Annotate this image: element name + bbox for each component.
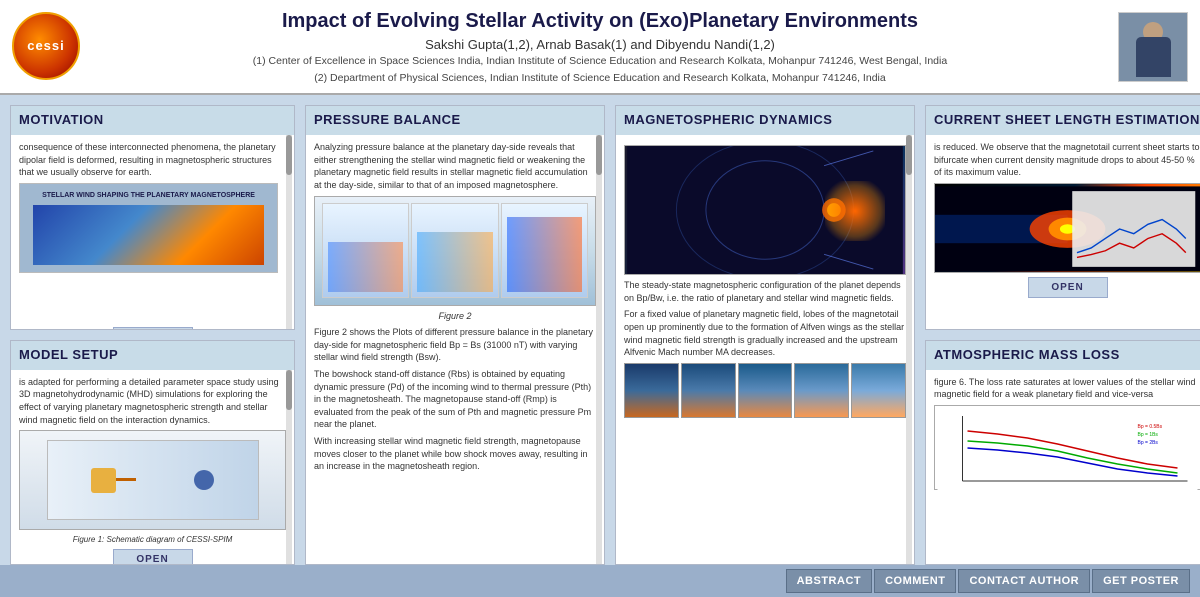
chart-1	[322, 203, 409, 298]
current-sheet-open-button[interactable]: OPEN	[1028, 277, 1108, 298]
magnetospheric-panel: MAGNETOSPHERIC DYNAMICS	[615, 105, 915, 564]
model-setup-header: MODEL SETUP	[11, 341, 294, 370]
magnetospheric-text-1: The steady-state magnetospheric configur…	[624, 279, 906, 304]
stellar-wind-box	[91, 468, 116, 493]
atm-mass-loss-panel: ATMOSPHERIC MASS LOSS figure 6. The loss…	[925, 340, 1200, 565]
motivation-image-graphic	[33, 205, 264, 265]
atm-mass-loss-image: Bp = 0.5Bs Bp = 1Bs Bp = 2Bs	[934, 405, 1200, 490]
motivation-scroll: consequence of these interconnected phen…	[19, 141, 286, 323]
magnetospheric-header: MAGNETOSPHERIC DYNAMICS	[616, 106, 914, 135]
mag-field-svg	[625, 146, 905, 274]
model-setup-panel: MODEL SETUP is adapted for performing a …	[10, 340, 295, 565]
chart-3	[501, 203, 588, 298]
scroll-thumb-2	[286, 370, 292, 410]
magnetospheric-body: The steady-state magnetospheric configur…	[616, 135, 914, 563]
pressure-balance-body: Analyzing pressure balance at the planet…	[306, 135, 604, 563]
chart-3-fill	[507, 217, 582, 292]
chart-2	[411, 203, 498, 298]
affiliation-1: (1) Center of Excellence in Space Scienc…	[92, 54, 1108, 69]
pressure-balance-panel: PRESSURE BALANCE Analyzing pressure bala…	[305, 105, 605, 564]
current-svg	[935, 184, 1200, 274]
motivation-header: MOTIVATION	[11, 106, 294, 135]
chart-2-fill	[417, 232, 492, 292]
scroll-indicator-2[interactable]	[286, 370, 292, 564]
strip-img-5	[851, 363, 906, 418]
person-silhouette	[1136, 22, 1171, 77]
pressure-text-3: The bowshock stand-off distance (Rbs) is…	[314, 368, 596, 431]
pressure-charts	[322, 203, 588, 298]
scroll-indicator-3[interactable]	[596, 135, 602, 563]
magnetospheric-image	[624, 145, 906, 275]
right-column: CURRENT SHEET LENGTH ESTIMATION is reduc…	[925, 105, 1200, 564]
current-sheet-panel: CURRENT SHEET LENGTH ESTIMATION is reduc…	[925, 105, 1200, 330]
logo-text: cessi	[27, 38, 65, 53]
atm-mass-loss-text: figure 6. The loss rate saturates at low…	[934, 376, 1200, 401]
chart-1-fill	[328, 242, 403, 292]
svg-text:Bp = 2Bs: Bp = 2Bs	[1138, 440, 1159, 446]
motivation-image-label: STELLAR WIND SHAPING THE PLANETARY MAGNE…	[40, 189, 257, 203]
model-setup-image	[19, 430, 286, 530]
motivation-body: consequence of these interconnected phen…	[11, 135, 294, 329]
model-setup-text: is adapted for performing a detailed par…	[19, 376, 286, 426]
main-content: MOTIVATION consequence of these intercon…	[0, 95, 1200, 568]
cessi-logo: cessi	[12, 12, 82, 82]
motivation-open-button[interactable]: OPEN	[113, 327, 193, 329]
scroll-thumb	[286, 135, 292, 175]
pressure-figure	[314, 196, 596, 306]
motivation-panel: MOTIVATION consequence of these intercon…	[10, 105, 295, 330]
pressure-text-2: Figure 2 shows the Plots of different pr…	[314, 326, 596, 364]
scroll-thumb-4	[906, 135, 912, 175]
author-photo	[1118, 12, 1188, 82]
strip-images	[624, 363, 906, 418]
scroll-indicator-4[interactable]	[906, 135, 912, 563]
atm-svg: Bp = 0.5Bs Bp = 1Bs Bp = 2Bs	[935, 406, 1200, 491]
model-setup-open-button[interactable]: OPEN	[113, 549, 193, 563]
left-column: MOTIVATION consequence of these intercon…	[10, 105, 295, 564]
pressure-text-4: With increasing stellar wind magnetic fi…	[314, 435, 596, 473]
abstract-button[interactable]: ABSTRACT	[786, 569, 873, 593]
model-fig-caption: Figure 1: Schematic diagram of CESSI-SPI…	[19, 534, 286, 545]
affiliation-2: (2) Department of Physical Sciences, Ind…	[92, 71, 1108, 86]
motivation-text: consequence of these interconnected phen…	[19, 141, 278, 179]
get-poster-button[interactable]: GET POSTER	[1092, 569, 1190, 593]
footer-bar: ABSTRACT COMMENT CONTACT AUTHOR GET POST…	[0, 565, 1200, 597]
pressure-text-1: Analyzing pressure balance at the planet…	[314, 141, 596, 191]
strip-img-1	[624, 363, 679, 418]
strip-img-2	[681, 363, 736, 418]
header-center: Impact of Evolving Stellar Activity on (…	[82, 8, 1118, 85]
scroll-thumb-3	[596, 135, 602, 175]
atm-mass-loss-body: figure 6. The loss rate saturates at low…	[926, 370, 1200, 564]
svg-text:Bp = 1Bs: Bp = 1Bs	[1138, 432, 1159, 438]
contact-author-button[interactable]: CONTACT AUTHOR	[958, 569, 1090, 593]
pressure-fig-caption: Figure 2	[314, 310, 596, 323]
strip-img-4	[794, 363, 849, 418]
scroll-indicator[interactable]	[286, 135, 292, 329]
person-body	[1136, 37, 1171, 77]
current-sheet-image	[934, 183, 1200, 273]
arrow-shaft	[116, 478, 136, 481]
comment-button[interactable]: COMMENT	[874, 569, 956, 593]
model-setup-body: is adapted for performing a detailed par…	[11, 370, 294, 564]
current-sheet-body: is reduced. We observe that the magnetot…	[926, 135, 1200, 329]
paper-title: Impact of Evolving Stellar Activity on (…	[92, 8, 1108, 34]
strip-img-3	[738, 363, 793, 418]
logo-circle: cessi	[12, 12, 80, 80]
model-diagram	[47, 440, 259, 520]
atm-mass-loss-header: ATMOSPHERIC MASS LOSS	[926, 341, 1200, 370]
paper-authors: Sakshi Gupta(1,2), Arnab Basak(1) and Di…	[92, 37, 1108, 52]
motivation-image: STELLAR WIND SHAPING THE PLANETARY MAGNE…	[19, 183, 278, 273]
svg-text:Bp = 0.5Bs: Bp = 0.5Bs	[1138, 424, 1163, 430]
planet-circle	[194, 470, 214, 490]
current-sheet-text: is reduced. We observe that the magnetot…	[934, 141, 1200, 179]
pressure-balance-header: PRESSURE BALANCE	[306, 106, 604, 135]
magnetospheric-text-2: For a fixed value of planetary magnetic …	[624, 308, 906, 358]
header: cessi Impact of Evolving Stellar Activit…	[0, 0, 1200, 95]
current-sheet-header: CURRENT SHEET LENGTH ESTIMATION	[926, 106, 1200, 135]
